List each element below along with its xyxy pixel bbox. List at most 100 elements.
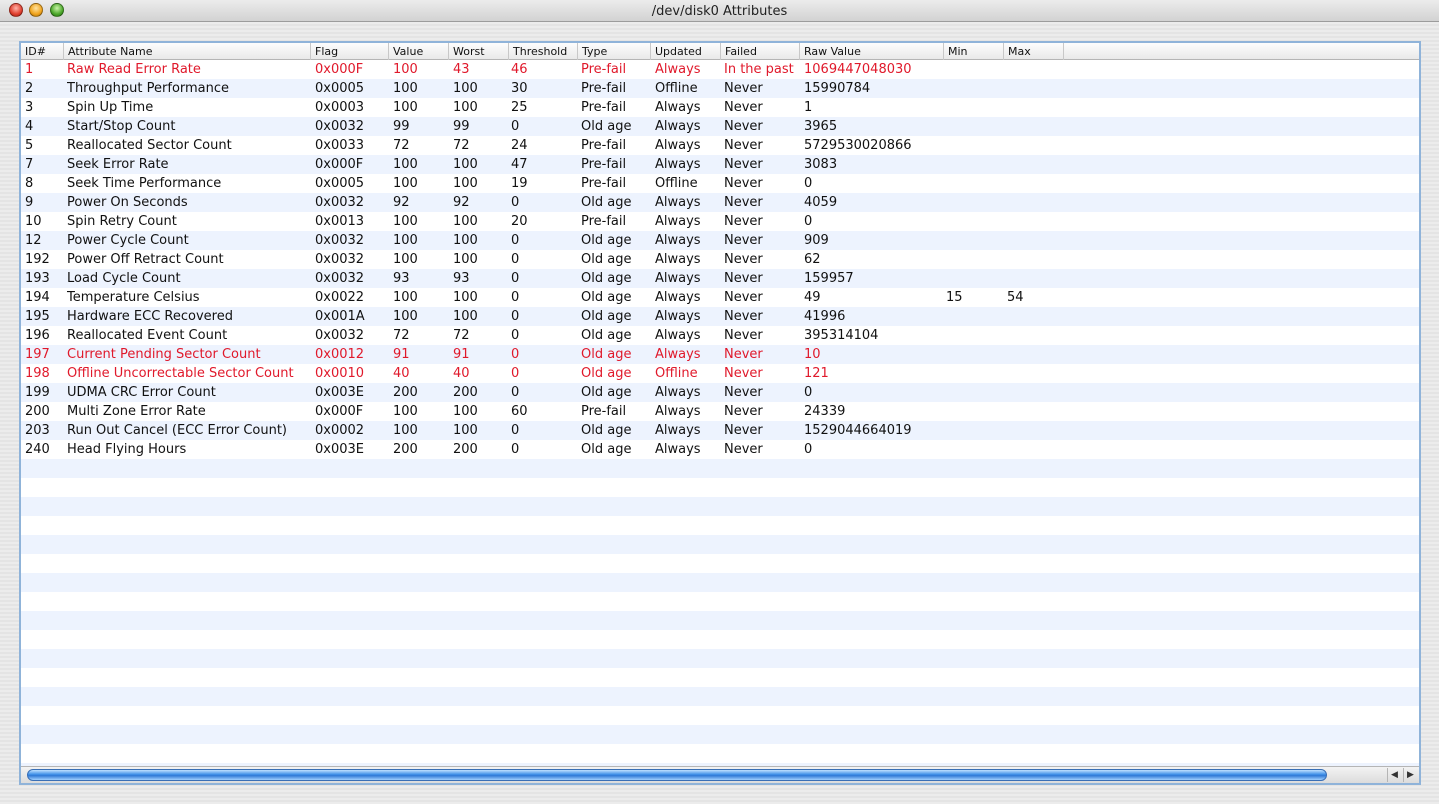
cell-id: 10 [25,214,42,229]
cell-raw-value: 62 [804,252,821,267]
cell-type: Old age [581,195,632,210]
table-row[interactable]: 198 Offline Uncorrectable Sector Count 0x0… [21,364,1419,383]
table-row[interactable]: 5 Reallocated Sector Count 0x0033 72 72 24 Pre… [21,136,1419,155]
cell-worst: 91 [453,347,470,362]
cell-updated: Always [655,157,701,172]
table-row[interactable]: 9 Power On Seconds 0x0032 92 92 0 Old age Alway… [21,193,1419,212]
cell-min [946,250,1002,269]
cell-updated: Always [655,404,701,419]
cell-flag: 0x0033 [315,138,365,153]
table-row[interactable]: 194 Temperature Celsius 0x0022 100 100 0 Old a… [21,288,1419,307]
window-title: /dev/disk0 Attributes [651,4,788,19]
header-col-raw-value[interactable]: Raw Value [800,43,944,60]
cell-failed: Never [724,100,763,115]
cell-attribute-name: Head Flying Hours [67,442,187,457]
header-col-attribute-name[interactable]: Attribute Name [64,43,311,60]
table-row[interactable]: 203 Run Out Cancel (ECC Error Count) 0x000… [21,421,1419,440]
cell-value: 100 [393,62,418,77]
cell-worst: 100 [453,404,478,419]
table-row[interactable]: 192 Power Off Retract Count 0x0032 100 100 0 O… [21,250,1419,269]
header-col-max[interactable]: Max [1004,43,1064,60]
header-col-min[interactable]: Min [944,43,1004,60]
cell-id: 198 [25,366,50,381]
table-row[interactable]: 7 Seek Error Rate 0x000F 100 100 47 Pre-fail Al… [21,155,1419,174]
cell-raw-value: 1069447048030 [804,62,912,77]
table-row[interactable]: 1 Raw Read Error Rate 0x000F 100 43 46 Pre-fai… [21,60,1419,79]
cell-value: 100 [393,309,418,324]
title-bar: /dev/disk0 Attributes [0,0,1439,22]
cell-id: 193 [25,271,50,286]
cell-attribute-name: Start/Stop Count [67,119,176,134]
table-row[interactable]: 197 Current Pending Sector Count 0x0012 91 9… [21,345,1419,364]
cell-raw-value: 1 [804,100,813,115]
table-row[interactable]: 240 Head Flying Hours 0x003E 200 200 0 Old age… [21,440,1419,459]
cell-id: 200 [25,404,50,419]
table-row[interactable]: 195 Hardware ECC Recovered 0x001A 100 100 0 Ol… [21,307,1419,326]
cell-attribute-name: Current Pending Sector Count [67,347,261,362]
cell-value: 200 [393,442,418,457]
table-row[interactable]: 193 Load Cycle Count 0x0032 93 93 0 Old age Alw… [21,269,1419,288]
cell-id: 203 [25,423,50,438]
cell-min [946,364,1002,383]
attributes-table: ID# Attribute Name Flag Value Worst Threshold… [19,41,1421,785]
cell-failed: Never [724,423,763,438]
table-row[interactable]: 8 Seek Time Performance 0x0005 100 100 19 Pre-… [21,174,1419,193]
cell-value: 100 [393,404,418,419]
cell-failed: Never [724,442,763,457]
cell-raw-value: 3965 [804,119,838,134]
cell-flag: 0x0032 [315,119,365,134]
cell-worst: 200 [453,442,478,457]
cell-type: Old age [581,347,632,362]
scrollbar-thumb[interactable] [27,769,1327,781]
table-row[interactable]: 10 Spin Retry Count 0x0013 100 100 20 Pre-fail… [21,212,1419,231]
table-row[interactable]: 200 Multi Zone Error Rate 0x000F 100 100 60 Pr… [21,402,1419,421]
cell-updated: Always [655,214,701,229]
cell-updated: Always [655,290,701,305]
cell-updated: Always [655,309,701,324]
horizontal-scrollbar[interactable]: ◀ ▶ [21,766,1419,783]
cell-updated: Always [655,62,701,77]
cell-value: 40 [393,366,410,381]
cell-threshold: 25 [511,100,528,115]
cell-id: 195 [25,309,50,324]
cell-worst: 100 [453,214,478,229]
cell-id: 199 [25,385,50,400]
table-row[interactable]: 199 UDMA CRC Error Count 0x003E 200 200 0 Old … [21,383,1419,402]
cell-threshold: 0 [511,252,520,267]
cell-flag: 0x000F [315,404,364,419]
table-row[interactable]: 12 Power Cycle Count 0x0032 100 100 0 Old age A… [21,231,1419,250]
cell-type: Old age [581,366,632,381]
header-col-updated[interactable]: Updated [651,43,721,60]
header-col-failed[interactable]: Failed [721,43,800,60]
header-col-id[interactable]: ID# [21,43,64,60]
cell-min [946,174,1002,193]
cell-failed: Never [724,271,763,286]
header-col-flag[interactable]: Flag [311,43,389,60]
table-row[interactable]: 2 Throughput Performance 0x0005 100 100 30 Pre… [21,79,1419,98]
cell-flag: 0x0032 [315,233,365,248]
cell-type: Pre-fail [581,138,627,153]
cell-max [1007,307,1063,326]
header-col-type[interactable]: Type [578,43,651,60]
cell-min [946,307,1002,326]
cell-max [1007,250,1063,269]
cell-raw-value: 0 [804,176,813,191]
header-col-threshold[interactable]: Threshold [509,43,578,60]
cell-min [946,117,1002,136]
table-row[interactable]: 4 Start/Stop Count 0x0032 99 99 0 Old age Alway… [21,117,1419,136]
cell-max [1007,193,1063,212]
cell-raw-value: 0 [804,385,813,400]
cell-raw-value: 0 [804,214,813,229]
cell-id: 7 [25,157,34,172]
cell-type: Old age [581,271,632,286]
cell-threshold: 60 [511,404,528,419]
table-row[interactable]: 3 Spin Up Time 0x0003 100 100 25 Pre-fail Alway… [21,98,1419,117]
cell-raw-value: 10 [804,347,821,362]
header-col-worst[interactable]: Worst [449,43,509,60]
scroll-right-arrow-icon[interactable]: ▶ [1403,768,1417,782]
table-row[interactable]: 196 Reallocated Event Count 0x0032 72 72 0 Old… [21,326,1419,345]
cell-raw-value: 0 [804,442,813,457]
scroll-left-arrow-icon[interactable]: ◀ [1387,768,1401,782]
cell-flag: 0x0002 [315,423,365,438]
header-col-value[interactable]: Value [389,43,449,60]
